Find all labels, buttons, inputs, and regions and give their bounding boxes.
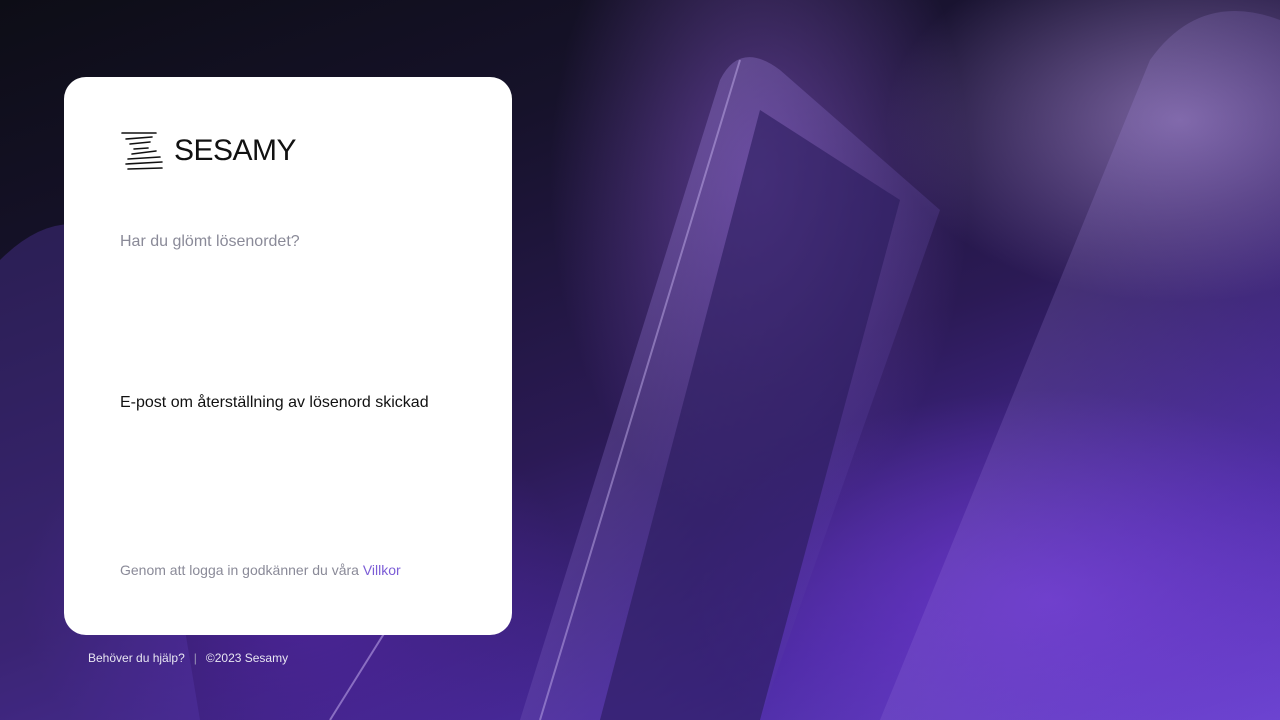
help-link[interactable]: Behöver du hjälp? <box>88 651 185 665</box>
sesamy-stripes-icon <box>121 132 163 170</box>
terms-prefix: Genom att logga in godkänner du våra <box>120 562 359 578</box>
copyright-text: ©2023 Sesamy <box>205 651 289 665</box>
login-card: SESAMY Har du glömt lösenordet? E-post o… <box>64 77 512 635</box>
terms-link[interactable]: Villkor <box>363 562 401 578</box>
page-footer: Behöver du hjälp? | ©2023 Sesamy <box>88 651 288 665</box>
reset-email-sent-message: E-post om återställning av lösenord skic… <box>120 394 429 411</box>
brand-logo: SESAMY <box>120 131 297 171</box>
terms-notice: Genom att logga in godkänner du våra Vil… <box>120 562 401 578</box>
brand-name: SESAMY <box>174 134 297 167</box>
footer-separator: | <box>193 651 197 665</box>
page-subtitle: Har du glömt lösenordet? <box>120 233 300 250</box>
